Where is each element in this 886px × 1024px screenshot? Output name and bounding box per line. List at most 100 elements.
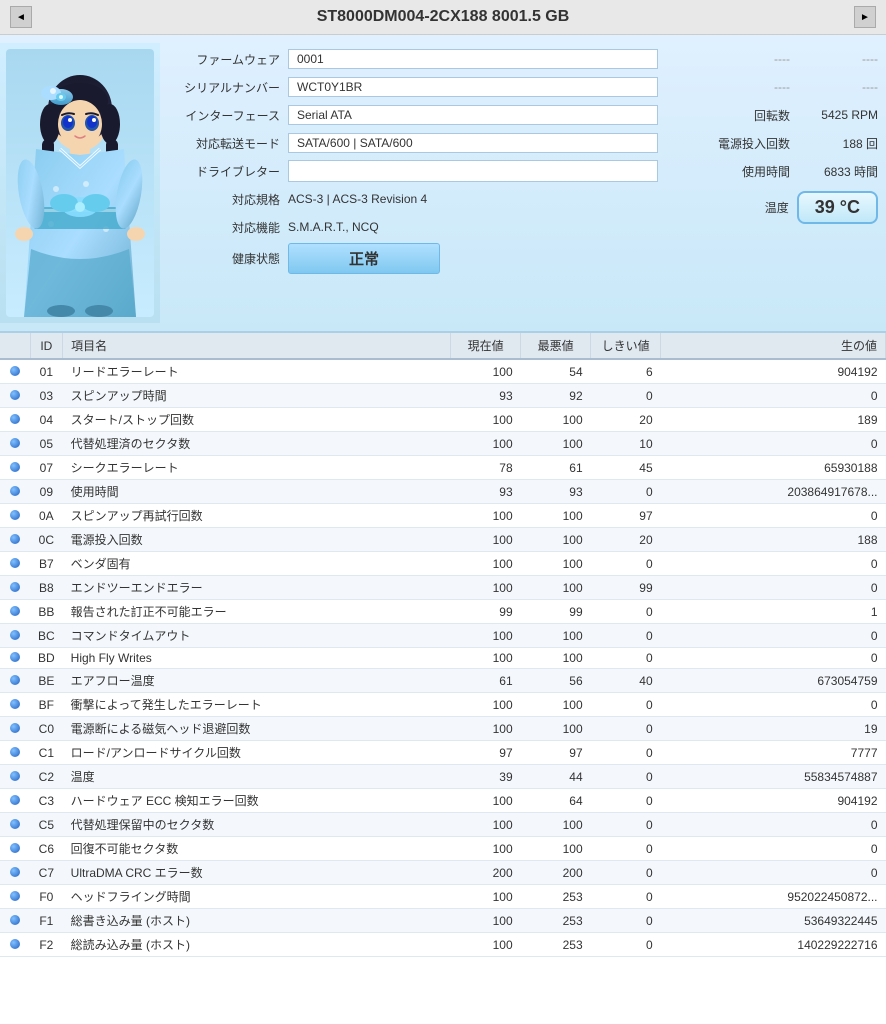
raw-cell: 904192 bbox=[661, 359, 886, 384]
current-cell: 100 bbox=[451, 789, 521, 813]
worst-cell: 64 bbox=[521, 789, 591, 813]
rotation-value: 5425 RPM bbox=[798, 108, 878, 122]
dot-cell bbox=[0, 741, 30, 765]
dot-cell bbox=[0, 408, 30, 432]
status-dot bbox=[10, 747, 20, 757]
threshold-cell: 0 bbox=[591, 741, 661, 765]
transfer-label: 対応転送モード bbox=[168, 135, 288, 152]
id-cell: 01 bbox=[30, 359, 63, 384]
dot-cell bbox=[0, 693, 30, 717]
status-dot bbox=[10, 534, 20, 544]
drive-value bbox=[288, 160, 658, 182]
status-dot bbox=[10, 867, 20, 877]
status-dot bbox=[10, 582, 20, 592]
worst-cell: 253 bbox=[521, 885, 591, 909]
current-cell: 100 bbox=[451, 885, 521, 909]
threshold-cell: 0 bbox=[591, 693, 661, 717]
dash-2: ---- bbox=[774, 80, 798, 94]
threshold-cell: 0 bbox=[591, 552, 661, 576]
current-cell: 100 bbox=[451, 909, 521, 933]
status-dot bbox=[10, 675, 20, 685]
dot-cell bbox=[0, 717, 30, 741]
raw-cell: 952022450872... bbox=[661, 885, 886, 909]
avatar bbox=[0, 43, 160, 323]
current-cell: 99 bbox=[451, 600, 521, 624]
name-cell: 衝撃によって発生したエラーレート bbox=[63, 693, 451, 717]
name-cell: 報告された訂正不可能エラー bbox=[63, 600, 451, 624]
dot-cell bbox=[0, 552, 30, 576]
dot-cell bbox=[0, 528, 30, 552]
serial-label: シリアルナンバー bbox=[168, 79, 288, 96]
raw-cell: 0 bbox=[661, 624, 886, 648]
raw-cell: 1 bbox=[661, 600, 886, 624]
table-row: BD High Fly Writes 100 100 0 0 bbox=[0, 648, 886, 669]
current-cell: 100 bbox=[451, 837, 521, 861]
id-cell: C0 bbox=[30, 717, 63, 741]
current-cell: 100 bbox=[451, 576, 521, 600]
health-row: 健康状態 正常 bbox=[168, 243, 658, 274]
threshold-cell: 0 bbox=[591, 600, 661, 624]
current-cell: 97 bbox=[451, 741, 521, 765]
table-row: 04 スタート/ストップ回数 100 100 20 189 bbox=[0, 408, 886, 432]
threshold-cell: 0 bbox=[591, 624, 661, 648]
id-cell: B8 bbox=[30, 576, 63, 600]
name-cell: 電源断による磁気ヘッド退避回数 bbox=[63, 717, 451, 741]
current-cell: 100 bbox=[451, 504, 521, 528]
status-dot bbox=[10, 462, 20, 472]
current-cell: 100 bbox=[451, 717, 521, 741]
raw-cell: 673054759 bbox=[661, 669, 886, 693]
right-fields: ---- ---- ---- ---- 回転数 5425 RPM 電源投入回数 … bbox=[666, 43, 886, 323]
id-cell: 03 bbox=[30, 384, 63, 408]
id-cell: BC bbox=[30, 624, 63, 648]
raw-cell: 904192 bbox=[661, 789, 886, 813]
worst-cell: 100 bbox=[521, 837, 591, 861]
worst-cell: 100 bbox=[521, 552, 591, 576]
next-button[interactable]: ► bbox=[854, 6, 876, 28]
dot-cell bbox=[0, 765, 30, 789]
id-cell: C2 bbox=[30, 765, 63, 789]
raw-cell: 7777 bbox=[661, 741, 886, 765]
status-dot bbox=[10, 486, 20, 496]
id-cell: C6 bbox=[30, 837, 63, 861]
worst-cell: 44 bbox=[521, 765, 591, 789]
worst-cell: 93 bbox=[521, 480, 591, 504]
dot-cell bbox=[0, 669, 30, 693]
table-row: 0C 電源投入回数 100 100 20 188 bbox=[0, 528, 886, 552]
interface-value: Serial ATA bbox=[288, 105, 658, 125]
prev-button[interactable]: ◄ bbox=[10, 6, 32, 28]
interface-row: インターフェース Serial ATA bbox=[168, 103, 658, 127]
threshold-cell: 0 bbox=[591, 789, 661, 813]
dot-cell bbox=[0, 648, 30, 669]
worst-cell: 100 bbox=[521, 408, 591, 432]
col-worst: 最悪値 bbox=[521, 333, 591, 359]
status-dot bbox=[10, 795, 20, 805]
raw-cell: 19 bbox=[661, 717, 886, 741]
id-cell: BE bbox=[30, 669, 63, 693]
name-cell: スピンアップ時間 bbox=[63, 384, 451, 408]
temp-row: 温度 39 °C bbox=[674, 191, 878, 224]
status-dot bbox=[10, 843, 20, 853]
current-cell: 200 bbox=[451, 861, 521, 885]
table-row: 07 シークエラーレート 78 61 45 65930188 bbox=[0, 456, 886, 480]
raw-cell: 0 bbox=[661, 552, 886, 576]
dot-cell bbox=[0, 504, 30, 528]
spec-value: ACS-3 | ACS-3 Revision 4 bbox=[288, 192, 658, 206]
dot-cell bbox=[0, 885, 30, 909]
current-cell: 93 bbox=[451, 384, 521, 408]
table-row: F2 総読み込み量 (ホスト) 100 253 0 140229222716 bbox=[0, 933, 886, 957]
id-cell: BD bbox=[30, 648, 63, 669]
worst-cell: 92 bbox=[521, 384, 591, 408]
id-cell: F2 bbox=[30, 933, 63, 957]
power-row: 電源投入回数 188 回 bbox=[674, 131, 878, 155]
status-dot bbox=[10, 390, 20, 400]
dot-cell bbox=[0, 837, 30, 861]
name-cell: エアフロー温度 bbox=[63, 669, 451, 693]
dot-cell bbox=[0, 384, 30, 408]
status-dot bbox=[10, 606, 20, 616]
table-row: C6 回復不可能セクタ数 100 100 0 0 bbox=[0, 837, 886, 861]
table-row: C1 ロード/アンロードサイクル回数 97 97 0 7777 bbox=[0, 741, 886, 765]
transfer-value: SATA/600 | SATA/600 bbox=[288, 133, 658, 153]
id-cell: 07 bbox=[30, 456, 63, 480]
title-bar: ◄ ST8000DM004-2CX188 8001.5 GB ► bbox=[0, 0, 886, 35]
interface-label: インターフェース bbox=[168, 107, 288, 124]
